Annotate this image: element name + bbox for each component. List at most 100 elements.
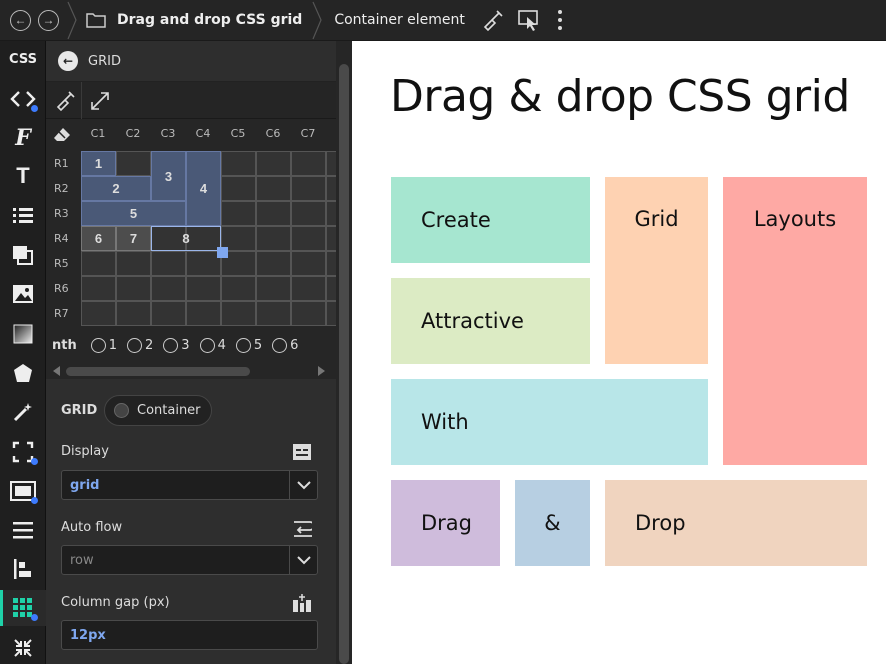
element-breadcrumb[interactable]: Container element [334, 12, 465, 28]
css-tab[interactable]: CSS [0, 41, 46, 77]
grid-cell[interactable] [256, 226, 291, 251]
grid-cell[interactable] [291, 151, 326, 176]
grid-cell[interactable] [256, 276, 291, 301]
grid-cell[interactable] [291, 251, 326, 276]
box-create[interactable]: Create [391, 177, 590, 263]
grid-cell[interactable] [116, 301, 151, 326]
grid-cell[interactable] [221, 301, 256, 326]
grid-cell[interactable] [116, 251, 151, 276]
box-with[interactable]: With [391, 379, 708, 465]
grid-cell[interactable] [326, 176, 336, 201]
grid-cell[interactable] [221, 276, 256, 301]
grid-item-6[interactable]: 6 [81, 226, 116, 251]
container-toggle[interactable]: Container [104, 395, 212, 426]
font-family-icon[interactable]: F [0, 120, 46, 156]
grid-cell[interactable] [291, 201, 326, 226]
column-gap-input[interactable]: 12px [61, 620, 318, 650]
radio-icon[interactable] [127, 337, 143, 353]
grid-item-8[interactable]: 8 [151, 226, 221, 251]
wrap-icon[interactable] [292, 518, 312, 538]
grid-cell[interactable] [291, 276, 326, 301]
chevron-down-icon[interactable] [289, 471, 317, 499]
broom-icon[interactable] [48, 82, 82, 120]
rows-icon[interactable] [0, 512, 46, 548]
grid-cell[interactable] [81, 276, 116, 301]
project-title[interactable]: Drag and drop CSS grid [117, 12, 302, 28]
grid-cell[interactable] [256, 151, 291, 176]
radio-icon[interactable] [235, 337, 251, 353]
image-icon[interactable] [0, 276, 46, 312]
grid-cell[interactable] [186, 276, 221, 301]
display-select[interactable]: grid [61, 470, 318, 500]
grid-cell[interactable] [291, 176, 326, 201]
back-arrow-icon[interactable]: ← [58, 51, 78, 71]
grid-cell[interactable] [81, 301, 116, 326]
grid-cell[interactable] [326, 251, 336, 276]
box-grid[interactable]: Grid [605, 177, 708, 364]
grid-cell[interactable] [326, 151, 336, 176]
magic-wand-icon[interactable] [0, 394, 46, 430]
more-vertical-icon[interactable] [555, 8, 565, 32]
spacing-icon[interactable] [0, 473, 46, 509]
nth-option[interactable]: 3 [163, 337, 190, 353]
grid-item-5[interactable]: 5 [81, 201, 186, 226]
broom-icon[interactable] [481, 8, 505, 32]
size-icon[interactable] [0, 434, 46, 470]
box-attractive[interactable]: Attractive [391, 278, 590, 364]
grid-cell[interactable] [221, 151, 256, 176]
box-ampersand[interactable]: & [515, 480, 590, 566]
grid-cell[interactable] [326, 276, 336, 301]
grid-cell[interactable] [221, 176, 256, 201]
select-pointer-icon[interactable] [517, 8, 541, 32]
box-drop[interactable]: Drop [605, 480, 867, 566]
radio-icon[interactable] [90, 337, 106, 353]
autoflow-select[interactable]: row [61, 545, 318, 575]
column-gap-icon[interactable] [292, 593, 312, 613]
box-drag[interactable]: Drag [391, 480, 500, 566]
box-layouts[interactable]: Layouts [723, 177, 867, 465]
radio-icon[interactable] [199, 337, 215, 353]
grid-layout-icon[interactable] [0, 590, 46, 626]
align-icon[interactable] [0, 551, 46, 587]
collapse-icon[interactable] [0, 630, 46, 664]
nth-option[interactable]: 1 [90, 337, 117, 353]
shadow-icon[interactable] [0, 237, 46, 273]
nth-option[interactable]: 6 [272, 337, 298, 353]
grid-item-3[interactable]: 3 [151, 151, 186, 201]
grid-item-7[interactable]: 7 [116, 226, 151, 251]
grid-cell[interactable] [186, 251, 221, 276]
display-mode-icon[interactable] [292, 442, 312, 462]
horizontal-scroll-thumb[interactable] [66, 367, 250, 376]
nth-option[interactable]: 4 [199, 337, 226, 353]
grid-cell[interactable] [151, 276, 186, 301]
grid-cell[interactable] [186, 301, 221, 326]
radio-icon[interactable] [163, 337, 179, 353]
grid-cell[interactable] [81, 251, 116, 276]
eraser-icon[interactable] [52, 126, 72, 142]
horizontal-scrollbar[interactable] [46, 363, 336, 379]
grid-cell[interactable] [151, 251, 186, 276]
nth-option[interactable]: 5 [235, 337, 262, 353]
gradient-icon[interactable] [0, 316, 46, 352]
grid-cell[interactable] [326, 226, 336, 251]
forward-nav-icon[interactable]: → [38, 9, 59, 31]
grid-cell[interactable] [326, 201, 336, 226]
grid-cell[interactable] [291, 301, 326, 326]
expand-icon[interactable] [83, 82, 117, 120]
text-icon[interactable]: T [0, 158, 46, 194]
radio-icon[interactable] [272, 337, 288, 353]
grid-cell[interactable] [256, 301, 291, 326]
chevron-down-icon[interactable] [289, 546, 317, 574]
grid-cell[interactable] [291, 226, 326, 251]
grid-item-4[interactable]: 4 [186, 151, 221, 226]
list-icon[interactable] [0, 197, 46, 233]
grid-cell[interactable] [221, 201, 256, 226]
code-icon[interactable] [0, 81, 46, 117]
grid-cell[interactable] [151, 301, 186, 326]
grid-cell[interactable] [256, 176, 291, 201]
grid-item-1[interactable]: 1 [81, 151, 116, 176]
nth-option[interactable]: 2 [127, 337, 153, 353]
clip-path-icon[interactable] [0, 355, 46, 391]
grid-cell[interactable] [256, 251, 291, 276]
grid-cell[interactable] [256, 201, 291, 226]
